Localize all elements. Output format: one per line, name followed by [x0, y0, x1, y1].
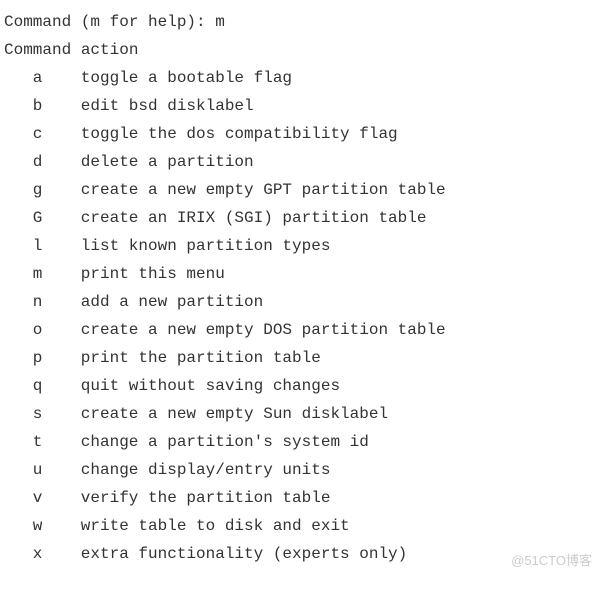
command-key: q [33, 372, 43, 400]
command-row: u change display/entry units [4, 456, 598, 484]
command-key: a [33, 64, 43, 92]
gap [42, 148, 80, 176]
gap [42, 260, 80, 288]
command-description: create a new empty DOS partition table [81, 316, 446, 344]
command-row: t change a partition's system id [4, 428, 598, 456]
command-prompt-line: Command (m for help): m [4, 8, 598, 36]
command-row: G create an IRIX (SGI) partition table [4, 204, 598, 232]
gap [42, 428, 80, 456]
gap [42, 64, 80, 92]
command-description: change display/entry units [81, 456, 331, 484]
command-description: create a new empty GPT partition table [81, 176, 446, 204]
command-row: v verify the partition table [4, 484, 598, 512]
command-key: o [33, 316, 43, 344]
command-key: s [33, 400, 43, 428]
command-key: x [33, 540, 43, 568]
command-row: d delete a partition [4, 148, 598, 176]
command-description: toggle the dos compatibility flag [81, 120, 398, 148]
gap [42, 176, 80, 204]
command-key: n [33, 288, 43, 316]
indent [4, 428, 33, 456]
gap [42, 92, 80, 120]
command-row: m print this menu [4, 260, 598, 288]
indent [4, 344, 33, 372]
command-key: l [33, 232, 43, 260]
gap [42, 372, 80, 400]
indent [4, 64, 33, 92]
indent [4, 92, 33, 120]
command-row: p print the partition table [4, 344, 598, 372]
command-key: p [33, 344, 43, 372]
gap [42, 120, 80, 148]
indent [4, 288, 33, 316]
indent [4, 456, 33, 484]
command-description: print this menu [81, 260, 225, 288]
indent [4, 148, 33, 176]
command-description: toggle a bootable flag [81, 64, 292, 92]
command-row: s create a new empty Sun disklabel [4, 400, 598, 428]
indent [4, 512, 33, 540]
indent [4, 176, 33, 204]
indent [4, 232, 33, 260]
command-row: a toggle a bootable flag [4, 64, 598, 92]
command-row: o create a new empty DOS partition table [4, 316, 598, 344]
watermark: @51CTO博客 [511, 550, 592, 573]
command-key: t [33, 428, 43, 456]
indent [4, 540, 33, 568]
command-description: change a partition's system id [81, 428, 369, 456]
command-description: add a new partition [81, 288, 263, 316]
command-description: delete a partition [81, 148, 254, 176]
command-row: q quit without saving changes [4, 372, 598, 400]
command-description: create a new empty Sun disklabel [81, 400, 388, 428]
gap [42, 540, 80, 568]
command-list: a toggle a bootable flag b edit bsd disk… [4, 64, 598, 568]
command-description: extra functionality (experts only) [81, 540, 407, 568]
gap [42, 204, 80, 232]
command-description: write table to disk and exit [81, 512, 350, 540]
command-key: G [33, 204, 43, 232]
indent [4, 120, 33, 148]
gap [42, 288, 80, 316]
command-key: d [33, 148, 43, 176]
command-description: verify the partition table [81, 484, 331, 512]
command-key: c [33, 120, 43, 148]
indent [4, 204, 33, 232]
command-row: c toggle the dos compatibility flag [4, 120, 598, 148]
indent [4, 400, 33, 428]
command-action-header: Command action [4, 36, 598, 64]
gap [42, 344, 80, 372]
gap [42, 484, 80, 512]
command-row: g create a new empty GPT partition table [4, 176, 598, 204]
indent [4, 484, 33, 512]
command-key: m [33, 260, 43, 288]
prompt-label: Command (m for help): [4, 13, 215, 31]
command-description: edit bsd disklabel [81, 92, 254, 120]
gap [42, 316, 80, 344]
indent [4, 316, 33, 344]
command-key: v [33, 484, 43, 512]
gap [42, 512, 80, 540]
indent [4, 372, 33, 400]
command-row: x extra functionality (experts only) [4, 540, 598, 568]
gap [42, 400, 80, 428]
command-key: w [33, 512, 43, 540]
command-key: b [33, 92, 43, 120]
command-key: u [33, 456, 43, 484]
command-description: quit without saving changes [81, 372, 340, 400]
gap [42, 456, 80, 484]
command-row: n add a new partition [4, 288, 598, 316]
command-key: g [33, 176, 43, 204]
command-description: print the partition table [81, 344, 321, 372]
gap [42, 232, 80, 260]
command-description: create an IRIX (SGI) partition table [81, 204, 427, 232]
indent [4, 260, 33, 288]
command-row: w write table to disk and exit [4, 512, 598, 540]
command-row: l list known partition types [4, 232, 598, 260]
prompt-input[interactable]: m [215, 13, 225, 31]
command-description: list known partition types [81, 232, 331, 260]
command-row: b edit bsd disklabel [4, 92, 598, 120]
